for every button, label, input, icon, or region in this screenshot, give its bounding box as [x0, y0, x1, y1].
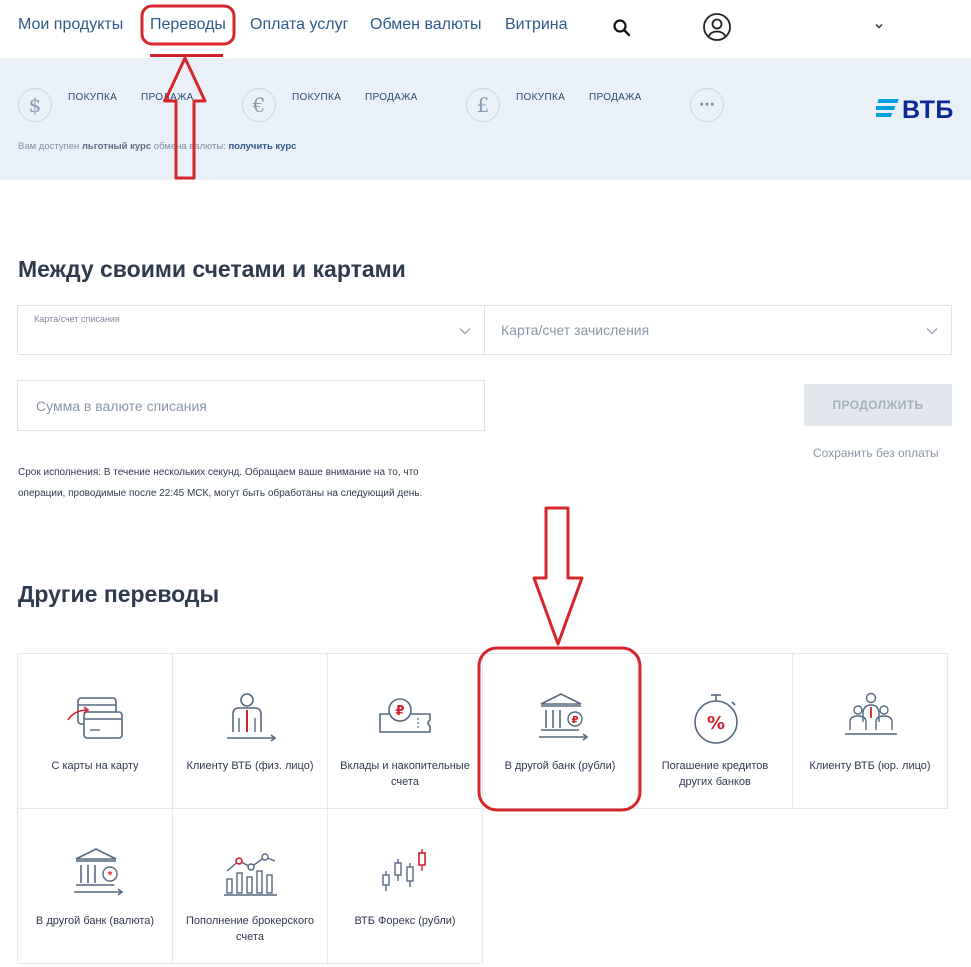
active-tab-underline — [150, 54, 223, 57]
top-navigation: Мои продукты Переводы Оплата услуг Обмен… — [0, 0, 971, 58]
svg-text:₽: ₽ — [572, 715, 579, 726]
chevron-down-icon — [926, 328, 938, 335]
tile-label: Клиенту ВТБ (юр. лицо) — [809, 760, 931, 772]
usd-buy-label: ПОКУПКА — [68, 92, 118, 103]
chevron-down-icon[interactable] — [873, 20, 885, 32]
euro-icon: € — [242, 88, 276, 122]
amount-input[interactable]: Сумма в валюте списания — [17, 380, 485, 431]
legal-client-icon — [845, 692, 897, 735]
tile-label: Вклады и накопительные счета — [340, 760, 470, 788]
tile-vtb-client-person[interactable]: Клиенту ВТБ (физ. лицо) — [172, 653, 328, 809]
tile-other-bank-currency[interactable]: * В другой банк (валюта) — [17, 808, 173, 964]
dollar-icon: $ — [18, 88, 52, 122]
credit-account-placeholder: Карта/счет зачисления — [501, 322, 650, 338]
other-transfers-title: Другие переводы — [18, 581, 220, 607]
vtb-logo-text: ВТБ — [902, 96, 954, 124]
nav-payments[interactable]: Оплата услуг — [250, 16, 348, 34]
loan-repay-icon: % — [694, 694, 738, 744]
nav-showcase[interactable]: Витрина — [505, 16, 568, 34]
tile-label: Клиенту ВТБ (физ. лицо) — [186, 760, 314, 772]
tile-label: ВТБ Форекс (рубли) — [354, 915, 456, 927]
tile-label: С карты на карту — [51, 760, 139, 772]
continue-button[interactable]: ПРОДОЛЖИТЬ — [804, 384, 952, 426]
tile-loan-repayment[interactable]: % Погашение кредитов других банков — [637, 653, 793, 809]
tile-brokerage[interactable]: Пополнение брокерского счета — [172, 808, 328, 964]
pound-icon: £ — [466, 88, 500, 122]
tile-vtb-client-legal[interactable]: Клиенту ВТБ (юр. лицо) — [792, 653, 948, 809]
save-without-payment-link[interactable]: Сохранить без оплаты — [813, 446, 939, 460]
execution-time-note: Срок исполнения: В течение нескольких се… — [18, 467, 423, 499]
debit-account-label: Карта/счет списания — [34, 314, 120, 324]
credit-account-select[interactable]: Карта/счет зачисления — [484, 305, 952, 355]
nav-currency-exchange[interactable]: Обмен валюты — [370, 16, 481, 34]
tile-label: Пополнение брокерского счета — [185, 915, 314, 943]
svg-text:₽: ₽ — [395, 704, 404, 719]
tile-card-to-card[interactable]: С карты на карту — [17, 653, 173, 809]
preferential-rate-note: Вам доступен льготный курс обмена валюты… — [18, 141, 297, 152]
tile-forex[interactable]: ВТБ Форекс (рубли) — [327, 808, 483, 964]
tile-label: Погашение кредитов других банков — [661, 760, 769, 788]
bank-currency-icon: * — [74, 848, 124, 896]
amount-placeholder: Сумма в валюте списания — [36, 398, 207, 414]
own-transfer-title: Между своими счетами и картами — [18, 256, 406, 282]
gbp-buy-label: ПОКУПКА — [516, 92, 566, 103]
card-to-card-icon — [67, 697, 123, 739]
gbp-sell-label: ПРОДАЖА — [589, 92, 642, 103]
svg-text:%: % — [707, 713, 725, 734]
usd-sell-label: ПРОДАЖА — [141, 92, 194, 103]
chevron-down-icon — [459, 328, 471, 335]
search-icon[interactable] — [612, 18, 632, 38]
tile-deposits[interactable]: ₽ Вклады и накопительные счета — [327, 653, 483, 809]
eur-sell-label: ПРОДАЖА — [365, 92, 418, 103]
get-rate-link[interactable]: получить курс — [228, 141, 296, 152]
person-client-icon — [227, 693, 277, 742]
svg-text:*: * — [107, 870, 113, 881]
brokerage-icon — [224, 853, 277, 896]
nav-my-products[interactable]: Мои продукты — [18, 16, 123, 34]
tile-label: В другой банк (валюта) — [35, 915, 155, 927]
tile-label: В другой банк (рубли) — [504, 760, 616, 772]
user-profile-icon[interactable] — [702, 12, 732, 42]
exchange-rates-bar: $ ПОКУПКА ПРОДАЖА € ПОКУПКА ПРОДАЖА £ ПО… — [0, 58, 971, 180]
debit-account-select[interactable]: Карта/счет списания — [17, 305, 485, 355]
nav-transfers[interactable]: Переводы — [150, 16, 226, 34]
forex-icon — [382, 849, 426, 891]
bank-rub-icon: ₽ — [539, 693, 589, 741]
eur-buy-label: ПОКУПКА — [292, 92, 342, 103]
tile-other-bank-rub[interactable]: ₽ В другой банк (рубли) — [482, 653, 638, 809]
deposit-icon: ₽ — [379, 698, 431, 733]
more-currencies-button[interactable]: ··· — [690, 88, 724, 122]
